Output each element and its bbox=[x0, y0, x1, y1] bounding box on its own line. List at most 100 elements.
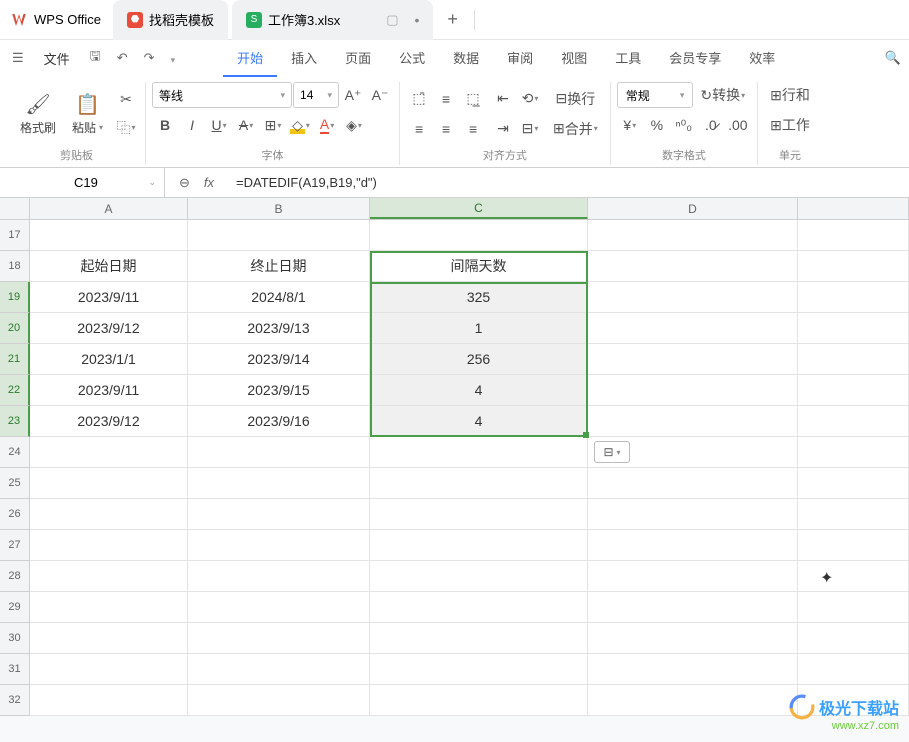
cell[interactable]: 2023/9/12 bbox=[30, 406, 188, 437]
cell[interactable] bbox=[798, 375, 909, 406]
cell[interactable] bbox=[798, 437, 909, 468]
cell[interactable] bbox=[370, 592, 588, 623]
cell[interactable]: 间隔天数 bbox=[370, 251, 588, 282]
row-header[interactable]: 32 bbox=[0, 685, 30, 716]
cell[interactable] bbox=[588, 375, 798, 406]
cell[interactable]: 1 bbox=[370, 313, 588, 344]
hamburger-icon[interactable]: ☰ bbox=[8, 48, 28, 68]
cell[interactable] bbox=[588, 406, 798, 437]
cell[interactable] bbox=[370, 530, 588, 561]
increase-indent-button[interactable]: ⇥ bbox=[490, 116, 516, 142]
select-all-corner[interactable] bbox=[0, 198, 30, 219]
tab-data[interactable]: 数据 bbox=[439, 40, 493, 77]
cell[interactable] bbox=[588, 468, 798, 499]
underline-button[interactable]: U▾ bbox=[206, 112, 232, 138]
cell[interactable] bbox=[588, 220, 798, 251]
cell[interactable]: 2023/1/1 bbox=[30, 344, 188, 375]
row-header[interactable]: 17 bbox=[0, 220, 30, 251]
row-header[interactable]: 18 bbox=[0, 251, 30, 282]
increase-decimal-button[interactable]: .00 bbox=[725, 112, 751, 138]
tab-close-icon[interactable]: • bbox=[415, 12, 420, 28]
cell[interactable] bbox=[798, 220, 909, 251]
cell[interactable]: 2023/9/12 bbox=[30, 313, 188, 344]
column-header[interactable]: A bbox=[30, 198, 188, 219]
fill-color-button[interactable]: ◇▾ bbox=[287, 112, 313, 138]
paste-button[interactable]: 📋 粘贴▾ bbox=[66, 82, 109, 145]
name-box[interactable]: C19 ⌄ bbox=[0, 168, 165, 198]
align-left-button[interactable]: ≡ bbox=[406, 116, 432, 142]
row-header[interactable]: 22 bbox=[0, 375, 30, 406]
cell[interactable] bbox=[30, 499, 188, 530]
cell[interactable] bbox=[588, 530, 798, 561]
merge-button[interactable]: ⊞ 合并▾ bbox=[547, 116, 604, 142]
redo-icon[interactable]: ↷ bbox=[140, 48, 159, 68]
cell[interactable] bbox=[588, 654, 798, 685]
font-color-button[interactable]: A▾ bbox=[314, 112, 340, 138]
cell[interactable] bbox=[798, 282, 909, 313]
save-icon[interactable]: 🖫 bbox=[86, 45, 105, 71]
undo-icon[interactable]: ↶ bbox=[113, 48, 132, 68]
column-header[interactable]: C bbox=[370, 198, 588, 219]
cell[interactable] bbox=[30, 623, 188, 654]
font-size-select[interactable]: 14▾ bbox=[293, 82, 339, 108]
file-menu[interactable]: 文件 bbox=[36, 45, 78, 72]
bold-button[interactable]: B bbox=[152, 112, 178, 138]
strike-button[interactable]: A▾ bbox=[233, 112, 259, 138]
phonetic-button[interactable]: ◈▾ bbox=[341, 112, 367, 138]
copy-button[interactable]: ⿻▾ bbox=[113, 115, 139, 141]
search-icon[interactable]: 🔍 bbox=[885, 50, 901, 66]
row-header[interactable]: 27 bbox=[0, 530, 30, 561]
number-format-select[interactable]: 常规▾ bbox=[617, 82, 694, 108]
cell[interactable]: 终止日期 bbox=[188, 251, 370, 282]
font-family-select[interactable]: 等线▾ bbox=[152, 82, 292, 108]
cell[interactable] bbox=[798, 561, 909, 592]
cell[interactable] bbox=[30, 437, 188, 468]
row-header[interactable]: 24 bbox=[0, 437, 30, 468]
align-center-button[interactable]: ≡ bbox=[433, 116, 459, 142]
cell[interactable] bbox=[188, 561, 370, 592]
rowcol-button[interactable]: ⊞ 行和 bbox=[764, 82, 816, 108]
row-header[interactable]: 31 bbox=[0, 654, 30, 685]
cell[interactable] bbox=[30, 468, 188, 499]
tab-member[interactable]: 会员专享 bbox=[655, 40, 735, 77]
tab-home[interactable]: 开始 bbox=[223, 40, 277, 77]
align-right-button[interactable]: ≡ bbox=[460, 116, 486, 142]
cell[interactable] bbox=[588, 251, 798, 282]
cell[interactable] bbox=[188, 468, 370, 499]
cut-button[interactable]: ✂ bbox=[113, 87, 139, 113]
cell[interactable] bbox=[188, 437, 370, 468]
cell[interactable]: 4 bbox=[370, 375, 588, 406]
border-button[interactable]: ⊞▾ bbox=[260, 112, 286, 138]
row-header[interactable]: 29 bbox=[0, 592, 30, 623]
row-header[interactable]: 21 bbox=[0, 344, 30, 375]
cell[interactable] bbox=[588, 685, 798, 716]
currency-button[interactable]: ¥▾ bbox=[617, 112, 643, 138]
cell[interactable] bbox=[30, 220, 188, 251]
column-header[interactable]: B bbox=[188, 198, 370, 219]
tab-page[interactable]: 页面 bbox=[331, 40, 385, 77]
cell[interactable] bbox=[798, 530, 909, 561]
quickaccess-dropdown[interactable]: ▾ bbox=[167, 49, 180, 68]
cell[interactable] bbox=[370, 654, 588, 685]
cell[interactable]: 2023/9/16 bbox=[188, 406, 370, 437]
row-header[interactable]: 28 bbox=[0, 561, 30, 592]
decrease-decimal-button[interactable]: .0̷ bbox=[698, 112, 724, 138]
convert-button[interactable]: ↻ 转换▾ bbox=[694, 82, 751, 108]
cell[interactable] bbox=[188, 530, 370, 561]
cell[interactable] bbox=[370, 220, 588, 251]
tab-templates[interactable]: ⬣ 找稻壳模板 bbox=[113, 0, 228, 40]
column-header[interactable]: D bbox=[588, 198, 798, 219]
cell[interactable] bbox=[370, 499, 588, 530]
cell[interactable]: 325 bbox=[370, 282, 588, 313]
cell[interactable] bbox=[588, 344, 798, 375]
cell[interactable] bbox=[798, 313, 909, 344]
worksheet-button[interactable]: ⊞ 工作 bbox=[764, 112, 816, 138]
tab-formula[interactable]: 公式 bbox=[385, 40, 439, 77]
cell[interactable]: 2023/9/11 bbox=[30, 375, 188, 406]
cell[interactable] bbox=[588, 561, 798, 592]
cell[interactable] bbox=[188, 499, 370, 530]
cell[interactable] bbox=[588, 592, 798, 623]
cell[interactable] bbox=[30, 654, 188, 685]
cell[interactable] bbox=[370, 623, 588, 654]
cell[interactable] bbox=[188, 654, 370, 685]
